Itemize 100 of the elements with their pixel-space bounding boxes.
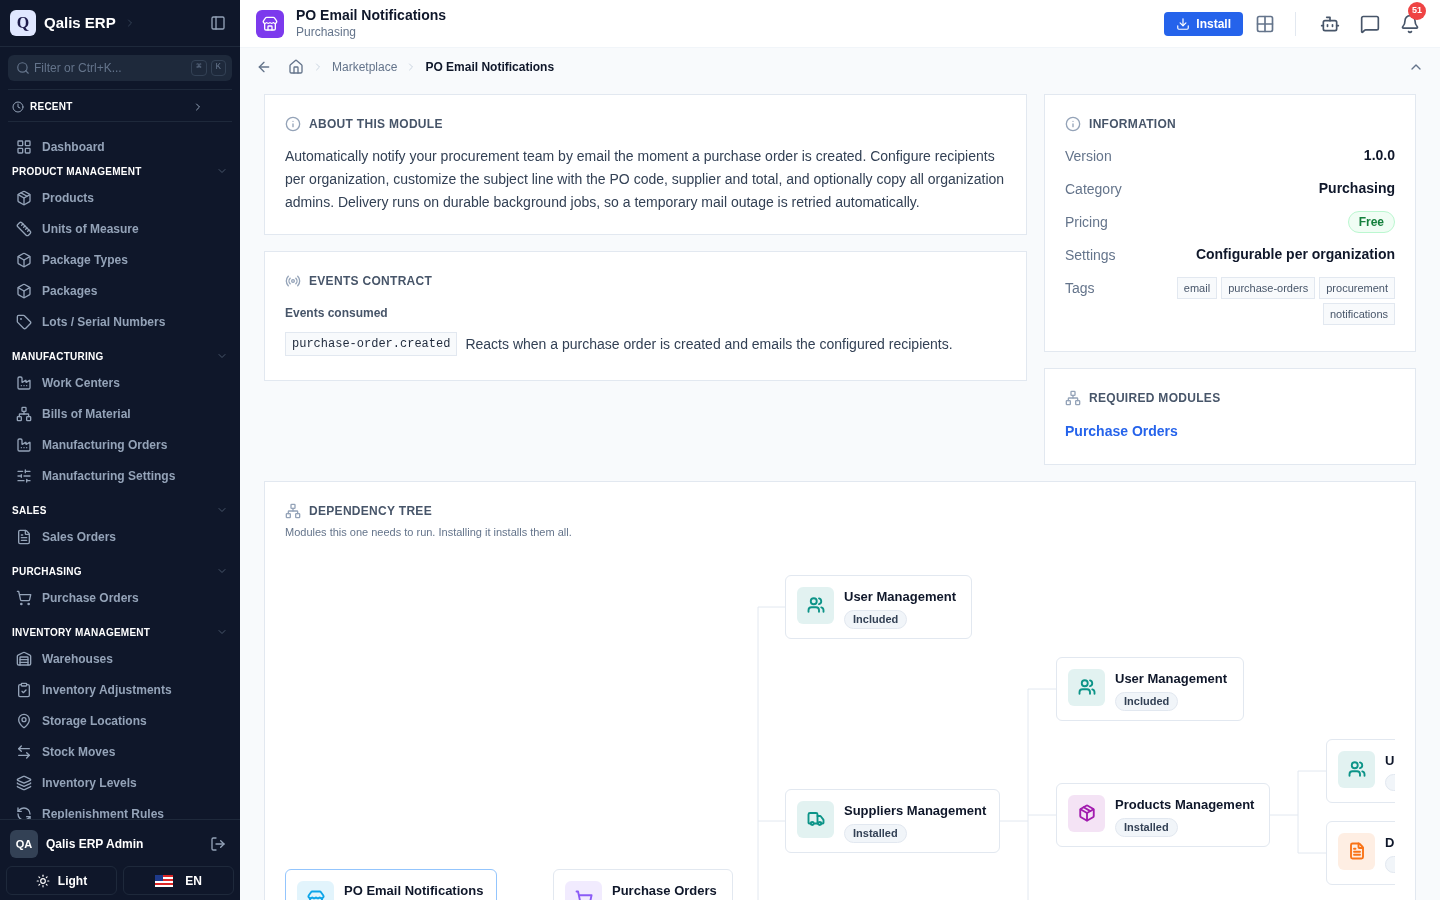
brand-name: Qalis ERP <box>44 12 116 33</box>
sidebar-item[interactable]: Package Types <box>8 244 232 275</box>
info-icon <box>285 116 301 132</box>
menu-icon <box>16 374 32 391</box>
status-badge: Included <box>1115 692 1179 711</box>
hierarchy-icon <box>1065 390 1081 406</box>
menu-icon <box>16 220 32 237</box>
sidebar-item[interactable]: Inventory Adjustments <box>8 674 232 705</box>
menu-icon <box>16 251 32 268</box>
sidebar-item[interactable]: Purchase Orders <box>8 582 232 613</box>
card-title: EVENTS CONTRACT <box>309 273 433 290</box>
card-description: Modules this one needs to run. Installing it installs them all. <box>285 525 573 540</box>
flag-icon <box>155 874 174 887</box>
grid-icon <box>16 139 32 155</box>
menu-icon <box>16 313 32 330</box>
sidebar-item[interactable]: Dashboard <box>8 134 232 160</box>
broadcast-icon <box>285 273 301 289</box>
user-name: Qalis ERP Admin <box>46 836 145 853</box>
notification-badge: 51 <box>1408 1 1426 20</box>
sidebar-item[interactable]: Stock Moves <box>8 736 232 767</box>
language-button[interactable]: EN <box>123 866 234 895</box>
theme-button[interactable]: Light <box>6 866 117 895</box>
menu-icon <box>16 589 32 606</box>
module-title: User Management <box>844 587 956 606</box>
sidebar-item[interactable]: Warehouses <box>8 643 232 674</box>
section-header[interactable]: MANUFACTURING <box>12 345 228 367</box>
info-label: Version <box>1065 147 1112 166</box>
download-icon <box>1176 16 1191 31</box>
module-title: User Management <box>1115 669 1227 688</box>
sidebar-item[interactable]: Units of Measure <box>8 213 232 244</box>
module-node[interactable]: User Management Included <box>1056 656 1244 721</box>
logout-icon[interactable] <box>210 836 226 852</box>
sidebar-item[interactable]: Manufacturing Orders <box>8 429 232 460</box>
module-node[interactable]: Purchase Orders <box>553 868 733 900</box>
menu-icon <box>16 650 32 667</box>
module-title: Products Management <box>1115 795 1255 814</box>
menu-icon <box>16 189 32 206</box>
menu-icon <box>16 743 32 760</box>
sidebar-item[interactable]: Manufacturing Settings <box>8 460 232 491</box>
menu-icon <box>16 681 32 698</box>
info-value: Configurable per organization <box>1195 245 1395 264</box>
breadcrumb-item: PO Email Notifications <box>425 59 555 76</box>
chat-icon[interactable] <box>1360 13 1380 34</box>
menu-icon <box>16 282 32 299</box>
card-title: REQUIRED MODULES <box>1089 390 1221 407</box>
event-description: Reacts when a purchase order is created and emails the configured recipients. <box>465 334 953 354</box>
menu-icon <box>16 405 32 422</box>
menu-icon <box>16 467 32 484</box>
module-description: Automatically notify your procurement team by email the moment a purchase order is created. Configure recipients per organization, customize the subject line with the PO code, supplier and total, and optionally copy all organization admins. Delivery runs on durable background jobs, so a temporary mail outage is retried automatically. <box>285 147 1006 212</box>
info-value: Purchasing <box>1318 179 1395 198</box>
tag: procurement <box>1319 277 1395 299</box>
section-header[interactable]: PURCHASING <box>12 560 228 582</box>
info-label: Settings <box>1065 246 1116 265</box>
module-node[interactable]: Products Management Installed <box>1056 782 1270 847</box>
home-icon[interactable] <box>288 59 304 75</box>
menu-icon <box>16 436 32 453</box>
section-header[interactable]: INVENTORY MANAGEMENT <box>12 621 228 643</box>
module-node[interactable]: PO Email Notifications <box>285 868 497 900</box>
sidebar-item[interactable]: Storage Locations <box>8 705 232 736</box>
menu-icon <box>16 805 32 819</box>
sidebar-item[interactable]: Products <box>8 182 232 213</box>
info-label: Category <box>1065 180 1122 199</box>
section-header[interactable]: SALES <box>12 499 228 521</box>
info-value: 1.0.0 <box>1363 146 1395 165</box>
sun-icon <box>35 873 50 888</box>
module-title: Purchase Orders <box>612 881 717 900</box>
sidebar-item[interactable]: Bills of Material <box>8 398 232 429</box>
tag: email <box>1176 277 1218 299</box>
search-icon <box>16 61 30 75</box>
module-node[interactable]: U <box>1326 738 1395 803</box>
section-header[interactable]: PRODUCT MANAGEMENT <box>12 160 228 182</box>
apps-grid-icon[interactable] <box>1255 13 1275 34</box>
sidebar-item[interactable]: Inventory Levels <box>8 767 232 798</box>
card-title: DEPENDENCY TREE <box>309 503 432 520</box>
module-link[interactable]: Purchase Orders <box>1065 421 1395 442</box>
module-node[interactable]: User Management Included <box>785 574 972 639</box>
hierarchy-icon <box>285 503 301 519</box>
page-subtitle: Purchasing <box>296 24 358 40</box>
info-icon <box>1065 116 1081 132</box>
module-node[interactable]: D <box>1326 820 1395 885</box>
tag: purchase-orders <box>1221 277 1316 299</box>
module-title: PO Email Notifications <box>344 881 484 900</box>
sidebar-item[interactable]: Lots / Serial Numbers <box>8 306 232 337</box>
back-icon[interactable] <box>256 59 272 75</box>
events-label: Events consumed <box>285 305 389 322</box>
shortcut-key: ⌘ <box>191 60 207 76</box>
module-node[interactable]: Suppliers Management Installed <box>785 788 1000 853</box>
notification-icon[interactable] <box>1400 13 1420 34</box>
module-title: U <box>1385 751 1395 770</box>
breadcrumb-item[interactable]: Marketplace <box>332 58 398 76</box>
sidebar-item[interactable]: Work Centers <box>8 367 232 398</box>
menu-icon <box>16 528 32 545</box>
menu-icon <box>16 712 32 729</box>
sidebar-item[interactable]: Sales Orders <box>8 521 232 552</box>
store-icon <box>262 15 278 32</box>
event-code: purchase-order.created <box>285 332 458 356</box>
collapse-sidebar-icon[interactable] <box>210 15 226 31</box>
install-button[interactable]: Install <box>1164 11 1243 36</box>
recent-toggle[interactable]: RECENT <box>8 92 232 122</box>
sidebar-item[interactable]: Packages <box>8 275 232 306</box>
